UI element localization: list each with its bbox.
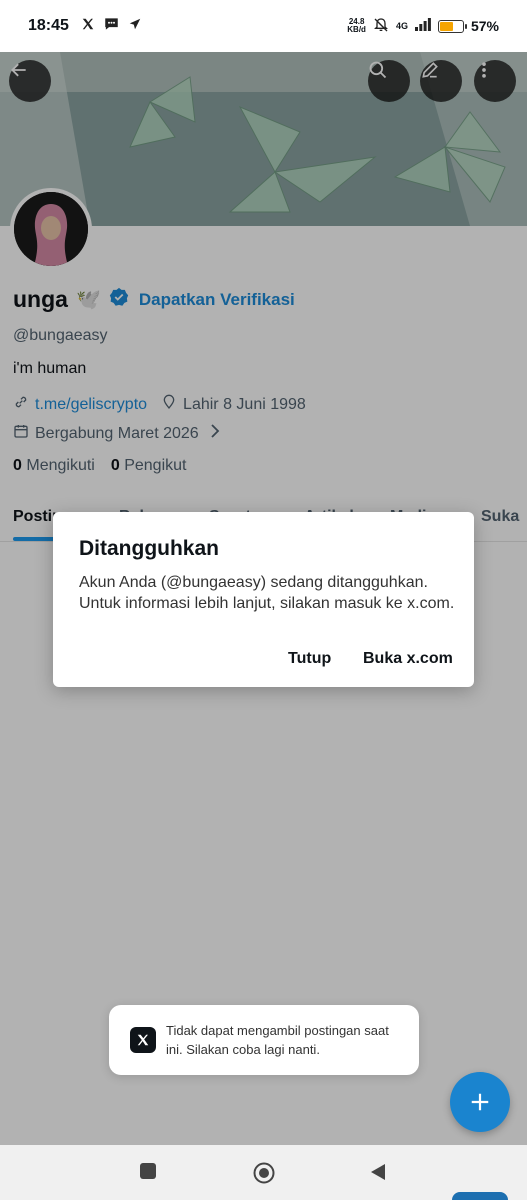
mute-bell-icon <box>373 17 389 36</box>
send-icon <box>128 17 142 36</box>
recents-button[interactable] <box>140 1163 156 1184</box>
signal-icon <box>414 18 431 34</box>
status-left-icons <box>81 17 142 36</box>
open-xcom-button[interactable]: Buka x.com <box>363 650 453 668</box>
bottom-edge-accent <box>452 1192 508 1200</box>
toast-message: Tidak dapat mengambil postingan saat ini… <box>166 1023 389 1057</box>
net-speed: 24.8 KB/d <box>347 17 366 34</box>
error-toast: Tidak dapat mengambil postingan saat ini… <box>109 1005 419 1075</box>
suspended-dialog: Ditangguhkan Akun Anda (@bungaeasy) seda… <box>53 512 474 687</box>
status-bar: 18:45 24.8 KB/d 4G 57% <box>0 0 527 52</box>
close-button[interactable]: Tutup <box>288 650 331 668</box>
compose-fab[interactable] <box>450 1072 510 1132</box>
back-nav-button[interactable] <box>370 1163 386 1186</box>
x-logo-icon <box>130 1027 156 1053</box>
battery-icon <box>437 19 467 33</box>
triangle-back-icon <box>371 1164 385 1180</box>
status-time: 18:45 <box>28 17 69 34</box>
x-logo-icon <box>81 17 95 36</box>
battery-fill <box>439 21 453 31</box>
plus-icon <box>471 1093 489 1111</box>
dialog-title: Ditangguhkan <box>79 537 219 560</box>
dialog-message: Akun Anda (@bungaeasy) sedang ditangguhk… <box>79 574 455 612</box>
network-label: 4G <box>395 21 408 31</box>
message-icon <box>104 17 119 36</box>
square-icon <box>140 1163 156 1179</box>
status-right: 24.8 KB/d 4G 57% <box>347 17 499 36</box>
battery-percent: 57% <box>470 18 499 34</box>
system-nav-bar <box>0 1145 527 1200</box>
home-circle-icon <box>253 1162 275 1184</box>
home-button[interactable] <box>253 1162 275 1189</box>
